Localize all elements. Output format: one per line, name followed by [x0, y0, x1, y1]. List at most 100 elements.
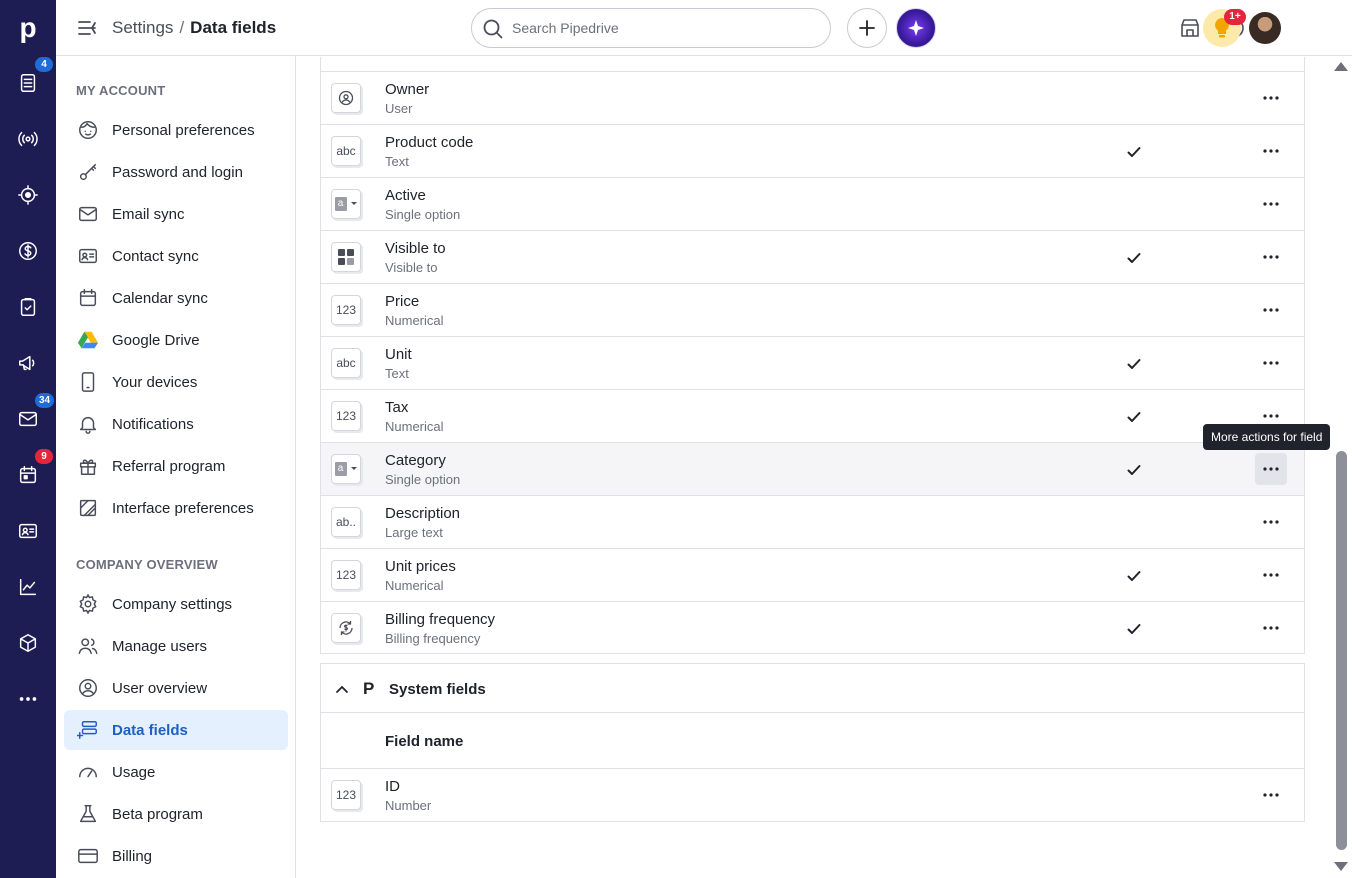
- search-icon: [483, 19, 503, 39]
- more-actions-button[interactable]: [1255, 294, 1287, 326]
- table-row[interactable]: abc Unit Text: [321, 336, 1304, 389]
- chevron-up-icon[interactable]: [335, 682, 349, 696]
- nav-campaigns-megaphone-icon[interactable]: [0, 341, 56, 385]
- field-name: Unit: [385, 346, 412, 363]
- nav-more-icon[interactable]: [0, 677, 56, 721]
- sidebar-item-label: Usage: [112, 763, 156, 781]
- sidebar-item-interface-preferences[interactable]: Interface preferences: [64, 488, 288, 528]
- table-row[interactable]: a Active Single option: [321, 177, 1304, 230]
- nav-products-box-icon[interactable]: [0, 621, 56, 665]
- more-actions-button[interactable]: [1255, 779, 1287, 811]
- nav-deals-dollar-icon[interactable]: [0, 229, 56, 273]
- table-row[interactable]: Visible to Visible to: [321, 230, 1304, 283]
- more-actions-button[interactable]: [1255, 506, 1287, 538]
- more-actions-button[interactable]: [1255, 612, 1287, 644]
- marketplace-icon[interactable]: [1176, 14, 1204, 42]
- field-type: Single option: [385, 207, 461, 222]
- sidebar-item-label: Billing: [112, 847, 153, 865]
- field-type: Number: [385, 798, 432, 813]
- more-actions-button[interactable]: [1255, 82, 1287, 114]
- sidebar-item-personal-preferences[interactable]: Personal preferences: [64, 110, 288, 150]
- google-drive-icon: [76, 328, 100, 352]
- sidebar-item-billing[interactable]: Billing: [64, 836, 288, 876]
- numerical-icon: 123: [331, 780, 361, 810]
- sidebar-item-label: User overview: [112, 679, 208, 697]
- sidebar-item-company-settings[interactable]: Company settings: [64, 584, 288, 624]
- pipedrive-logo[interactable]: p: [0, 0, 56, 56]
- more-actions-button[interactable]: [1255, 559, 1287, 591]
- nav-contacts-card-icon[interactable]: [0, 509, 56, 553]
- sidebar-item-usage[interactable]: Usage: [64, 752, 288, 792]
- table-row[interactable]: 123 ID Number: [321, 768, 1304, 821]
- more-actions-button[interactable]: [1255, 347, 1287, 379]
- table-row[interactable]: abc Product code Text: [321, 124, 1304, 177]
- collapse-menu-icon[interactable]: [76, 17, 98, 39]
- table-row[interactable]: 123 Unit prices Numerical: [321, 548, 1304, 601]
- flask-icon: [76, 802, 100, 826]
- sidebar-item-your-devices[interactable]: Your devices: [64, 362, 288, 402]
- nav-badge: 34: [35, 393, 55, 408]
- sidebar-item-notifications[interactable]: Notifications: [64, 404, 288, 444]
- field-name: Tax: [385, 399, 409, 416]
- sidebar-item-contact-sync[interactable]: Contact sync: [64, 236, 288, 276]
- table-row[interactable]: Billing frequency Billing frequency: [321, 601, 1304, 654]
- billing-frequency-icon: [331, 613, 361, 643]
- user-avatar[interactable]: [1249, 12, 1281, 44]
- field-name: Price: [385, 293, 420, 310]
- scroll-down-arrow-icon[interactable]: [1334, 862, 1348, 871]
- sidebar-item-password-and-login[interactable]: Password and login: [64, 152, 288, 192]
- sidebar-item-user-overview[interactable]: User overview: [64, 668, 288, 708]
- sidebar-item-manage-users[interactable]: Manage users: [64, 626, 288, 666]
- checkmark-icon: [1125, 355, 1143, 373]
- table-row[interactable]: 123 Price Numerical: [321, 283, 1304, 336]
- system-fields-panel: P System fields Field name 123 ID Number: [320, 663, 1305, 822]
- field-name: Billing frequency: [385, 611, 496, 628]
- nav-radio-broadcast-icon[interactable]: [0, 117, 56, 161]
- numerical-icon: 123: [331, 295, 361, 325]
- sidebar-item-label: Password and login: [112, 163, 243, 181]
- more-horizontal-icon: [1263, 793, 1279, 797]
- more-actions-button[interactable]: [1255, 453, 1287, 485]
- breadcrumb: Settings / Data fields: [112, 18, 276, 38]
- search-input[interactable]: [512, 18, 812, 38]
- sidebar-item-label: Beta program: [112, 805, 203, 823]
- user-icon: [331, 83, 361, 113]
- nav-activities-clipboard-icon[interactable]: [0, 285, 56, 329]
- table-row[interactable]: Owner User: [321, 71, 1304, 124]
- more-actions-button[interactable]: [1255, 188, 1287, 220]
- nav-insights-chart-icon[interactable]: [0, 565, 56, 609]
- ai-assistant-button[interactable]: [896, 8, 936, 48]
- nav-badge: 9: [35, 449, 53, 464]
- breadcrumb-separator: /: [179, 18, 185, 37]
- sidebar-item-beta-program[interactable]: Beta program: [64, 794, 288, 834]
- checkmark-icon: [1125, 408, 1143, 426]
- quick-add-button[interactable]: [847, 8, 887, 48]
- scrollbar-thumb[interactable]: [1336, 451, 1347, 850]
- table-row[interactable]: a Category Single option: [321, 442, 1304, 495]
- sidebar-item-calendar-sync[interactable]: Calendar sync: [64, 278, 288, 318]
- sidebar-item-label: Referral program: [112, 457, 226, 475]
- sidebar-item-data-fields[interactable]: Data fields: [64, 710, 288, 750]
- breadcrumb-settings[interactable]: Settings: [112, 18, 173, 37]
- nav-badge: 4: [35, 57, 53, 72]
- sidebar-item-google-drive[interactable]: Google Drive: [64, 320, 288, 360]
- more-horizontal-icon: [1263, 414, 1279, 418]
- search-box[interactable]: [471, 8, 831, 48]
- face-icon: [76, 118, 100, 142]
- checkmark-icon: [1125, 143, 1143, 161]
- scroll-up-arrow-icon[interactable]: [1334, 62, 1348, 71]
- nav-target-icon[interactable]: [0, 173, 56, 217]
- gift-icon: [76, 454, 100, 478]
- sidebar-item-referral-program[interactable]: Referral program: [64, 446, 288, 486]
- more-horizontal-icon: [1263, 255, 1279, 259]
- table-row[interactable]: 123 Tax Numerical: [321, 389, 1304, 442]
- more-actions-button[interactable]: [1255, 241, 1287, 273]
- table-row[interactable]: ab.. Description Large text: [321, 495, 1304, 548]
- sidebar-item-email-sync[interactable]: Email sync: [64, 194, 288, 234]
- field-name: Unit prices: [385, 558, 456, 575]
- numerical-icon: 123: [331, 560, 361, 590]
- text-abc-icon: abc: [331, 348, 361, 378]
- more-actions-button[interactable]: [1255, 135, 1287, 167]
- credit-card-icon: [76, 844, 100, 868]
- sidebar-item-label: Your devices: [112, 373, 198, 391]
